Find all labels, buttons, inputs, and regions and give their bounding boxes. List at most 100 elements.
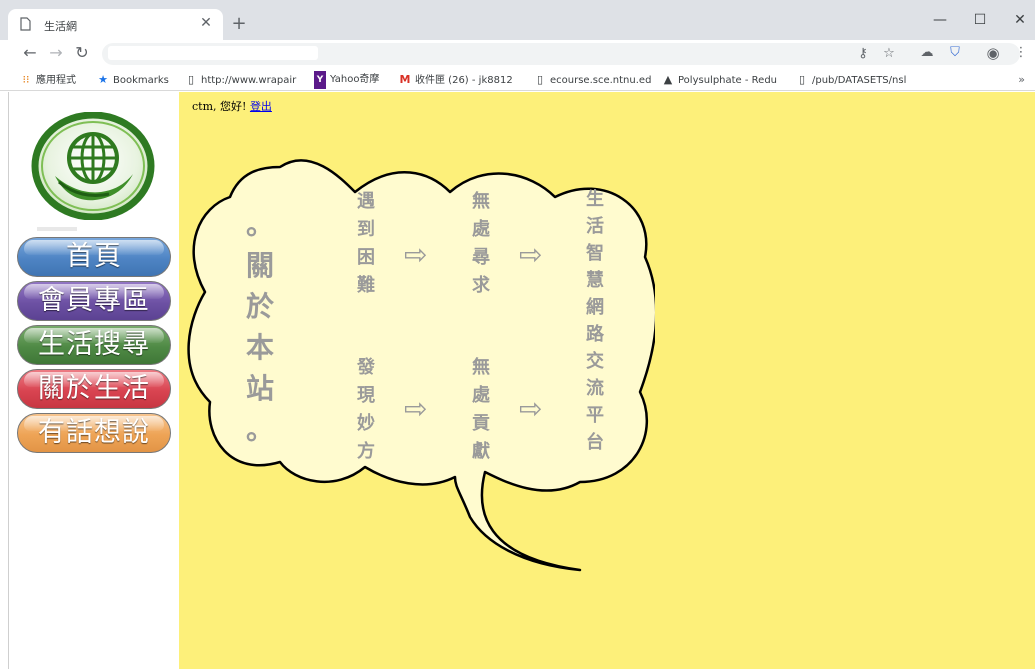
forward-icon[interactable]: → [46, 43, 66, 63]
tab-strip: 生活網 ✕ + — ☐ ✕ [0, 0, 1035, 40]
gmail-icon: M [399, 73, 411, 86]
tab-title: 生活網 [44, 20, 77, 33]
bubble-char: 慧 [586, 270, 604, 291]
user-greeting: ctm, 您好! 登出 [192, 98, 272, 114]
menu-search-button[interactable]: 生活搜尋 [17, 325, 171, 365]
bubble-char: 困 [357, 247, 375, 268]
bubble-title-column: 。關於本站。 [240, 204, 280, 450]
arrow-right-icon: ⇨ [404, 238, 428, 271]
bubble-char: 生 [586, 189, 604, 210]
bubble-char: 於 [245, 290, 274, 323]
tab-close-icon[interactable]: ✕ [197, 14, 215, 32]
bubble-char: 本 [245, 331, 274, 364]
bubble-char: 處 [472, 385, 490, 406]
bookmark-bookmarks[interactable]: ★ Bookmarks [97, 71, 169, 89]
menu-dots-icon[interactable]: ⋮ [1012, 44, 1030, 62]
bubble-char: 尋 [472, 247, 490, 268]
sidebar-frame: 首頁 會員專區 生活搜尋 關於生活 有話想說 [8, 92, 179, 669]
bookmark-label: Yahoo奇摩 [330, 74, 380, 85]
bookmark-polysulphate[interactable]: ▲ Polysulphate - Redu [662, 71, 777, 89]
more-bookmarks-icon[interactable]: » [1018, 71, 1025, 89]
bookmarks-bar: ⁝⁝ 應用程式 ★ Bookmarks ▯ http://www.wrapair YY… [0, 68, 1035, 91]
bubble-char: 遇 [357, 191, 375, 212]
bubble-column-3-top: 無處尋求 [466, 188, 496, 300]
bubble-char: 無 [472, 357, 490, 378]
shield-extension-icon[interactable]: ⛉ [946, 44, 964, 62]
bubble-char: 關 [245, 249, 274, 282]
menu-feedback-button[interactable]: 有話想說 [17, 413, 171, 453]
page-viewport: 首頁 會員專區 生活搜尋 關於生活 有話想說 ctm, 您好! 登出 。關於本站… [0, 92, 1035, 669]
bookmark-label: http://www.wrapair [201, 75, 297, 86]
bubble-char: 方 [357, 441, 375, 462]
main-frame: ctm, 您好! 登出 。關於本站。 遇到困難 發現妙方 無處尋求 無處貢獻 生… [179, 92, 1035, 669]
globe-logo-icon [31, 112, 155, 220]
bubble-char: 到 [357, 219, 375, 240]
close-window-icon[interactable]: ✕ [1000, 6, 1035, 34]
minimize-icon[interactable]: — [920, 6, 960, 34]
bubble-char: 流 [586, 378, 604, 399]
arrow-right-icon: ⇨ [519, 392, 543, 425]
menu-home-button[interactable]: 首頁 [17, 237, 171, 277]
menu-label: 會員專區 [38, 285, 150, 316]
bubble-column-3-bottom: 無處貢獻 [466, 354, 496, 466]
bubble-char: 貢 [472, 413, 490, 434]
logout-link[interactable]: 登出 [250, 100, 272, 113]
bubble-column-4: 生活智慧網路交流平台 [580, 186, 610, 456]
menu-about-button[interactable]: 關於生活 [17, 369, 171, 409]
bubble-char: 平 [586, 405, 604, 426]
bookmark-label: ecourse.sce.ntnu.ed [550, 75, 652, 86]
arrow-right-icon: ⇨ [404, 392, 428, 425]
menu-label: 首頁 [66, 241, 122, 272]
bubble-char: 妙 [357, 413, 375, 434]
bubble-column-2-bottom: 發現妙方 [351, 354, 381, 466]
bubble-char: 。 [245, 208, 274, 241]
bubble-char: 發 [357, 357, 375, 378]
bookmark-label: Polysulphate - Redu [678, 75, 778, 86]
address-bar[interactable]: ⚷ ☆ [102, 43, 1020, 65]
menu-members-button[interactable]: 會員專區 [17, 281, 171, 321]
star-icon: ★ [98, 73, 108, 86]
bookmark-datasets[interactable]: ▯ /pub/DATASETS/nsl [796, 71, 906, 89]
logo-caption [37, 227, 77, 231]
page-icon: ▯ [187, 73, 195, 86]
bubble-column-2-top: 遇到困難 [351, 188, 381, 300]
bubble-char: 交 [586, 351, 604, 372]
page-icon [20, 17, 31, 31]
bookmark-ecourse[interactable]: ▯ ecourse.sce.ntnu.ed [534, 71, 651, 89]
drive-icon: ▲ [663, 73, 673, 86]
browser-tab[interactable]: 生活網 ✕ [8, 9, 223, 40]
greeting-text: ctm, 您好! [192, 100, 247, 113]
new-tab-icon[interactable]: + [229, 14, 249, 34]
bookmark-label: 應用程式 [36, 75, 76, 86]
bookmark-gmail[interactable]: M 收件匣 (26) - jk8812 [399, 71, 513, 89]
url-input[interactable] [108, 46, 318, 60]
cloud-extension-icon[interactable]: ☁ [918, 44, 936, 62]
back-icon[interactable]: ← [20, 43, 40, 63]
key-icon[interactable]: ⚷ [854, 45, 872, 63]
apps-icon: ⁝⁝ [22, 73, 30, 86]
page-icon: ▯ [798, 73, 806, 86]
account-icon[interactable]: ◉ [984, 44, 1002, 62]
bubble-char: 活 [586, 216, 604, 237]
bubble-char: 站 [245, 372, 274, 405]
reload-icon[interactable]: ↻ [72, 43, 92, 63]
bookmark-label: Bookmarks [113, 75, 169, 86]
bookmark-wrapair[interactable]: ▯ http://www.wrapair [185, 71, 296, 89]
bubble-char: 智 [586, 243, 604, 264]
page-icon: ▯ [536, 73, 544, 86]
bubble-char: 台 [586, 432, 604, 453]
bubble-char: 網 [586, 297, 604, 318]
bookmark-yahoo[interactable]: Y Yahoo奇摩 [314, 71, 379, 89]
bookmark-star-icon[interactable]: ☆ [880, 45, 898, 63]
maximize-icon[interactable]: ☐ [960, 6, 1000, 34]
bubble-char: 。 [245, 413, 274, 446]
bubble-char: 現 [357, 385, 375, 406]
bubble-char: 路 [586, 324, 604, 345]
bookmark-label: 收件匣 (26) - jk8812 [415, 75, 513, 86]
bubble-char: 難 [357, 275, 375, 296]
bubble-char: 獻 [472, 441, 490, 462]
bubble-char: 處 [472, 219, 490, 240]
bookmark-label: /pub/DATASETS/nsl [812, 75, 907, 86]
menu-label: 關於生活 [38, 373, 150, 404]
bookmark-apps[interactable]: ⁝⁝ 應用程式 [20, 71, 77, 89]
